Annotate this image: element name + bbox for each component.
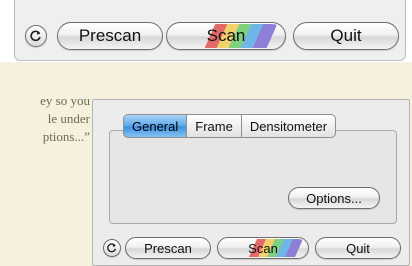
circular-arrow-icon bbox=[107, 243, 117, 253]
prescan-button-label: Prescan bbox=[78, 26, 142, 45]
scan-toolbar-panel: Prescan Scan Quit bbox=[14, 0, 406, 61]
quit-button-label: Quit bbox=[330, 26, 362, 45]
scan-button[interactable]: Scan bbox=[217, 237, 309, 259]
prescan-button-label: Prescan bbox=[144, 240, 192, 256]
scan-button-label: Scan bbox=[206, 26, 246, 45]
prescan-button[interactable]: Prescan bbox=[57, 22, 163, 50]
help-text: ey so you le under ptions...” bbox=[0, 92, 90, 146]
refresh-button[interactable] bbox=[25, 25, 47, 47]
help-text-line: ptions...” bbox=[42, 129, 90, 144]
refresh-button[interactable] bbox=[103, 239, 121, 257]
tab-densitometer[interactable]: Densitometer bbox=[241, 114, 337, 138]
tab-general-label: General bbox=[132, 118, 179, 134]
help-text-line: le under bbox=[47, 111, 90, 126]
options-button[interactable]: Options... bbox=[288, 187, 380, 209]
help-text-line: ey so you bbox=[40, 93, 90, 108]
tab-frame[interactable]: Frame bbox=[187, 114, 242, 138]
quit-button[interactable]: Quit bbox=[293, 22, 399, 50]
scan-button-label: Scan bbox=[248, 240, 278, 256]
quit-button-label: Quit bbox=[346, 240, 370, 256]
quit-button[interactable]: Quit bbox=[315, 237, 401, 259]
scan-button[interactable]: Scan bbox=[166, 22, 286, 50]
tab-frame-label: Frame bbox=[195, 118, 233, 134]
tab-bar: General Frame Densitometer bbox=[123, 114, 337, 138]
tab-densitometer-label: Densitometer bbox=[249, 118, 328, 134]
options-button-label: Options... bbox=[306, 190, 362, 206]
tab-general[interactable]: General bbox=[123, 114, 188, 138]
prescan-button[interactable]: Prescan bbox=[125, 237, 211, 259]
tab-content-area: Options... bbox=[109, 130, 397, 224]
circular-arrow-icon bbox=[30, 30, 41, 42]
scanner-dialog: Options... General Frame Densitometer Pr… bbox=[92, 99, 410, 266]
